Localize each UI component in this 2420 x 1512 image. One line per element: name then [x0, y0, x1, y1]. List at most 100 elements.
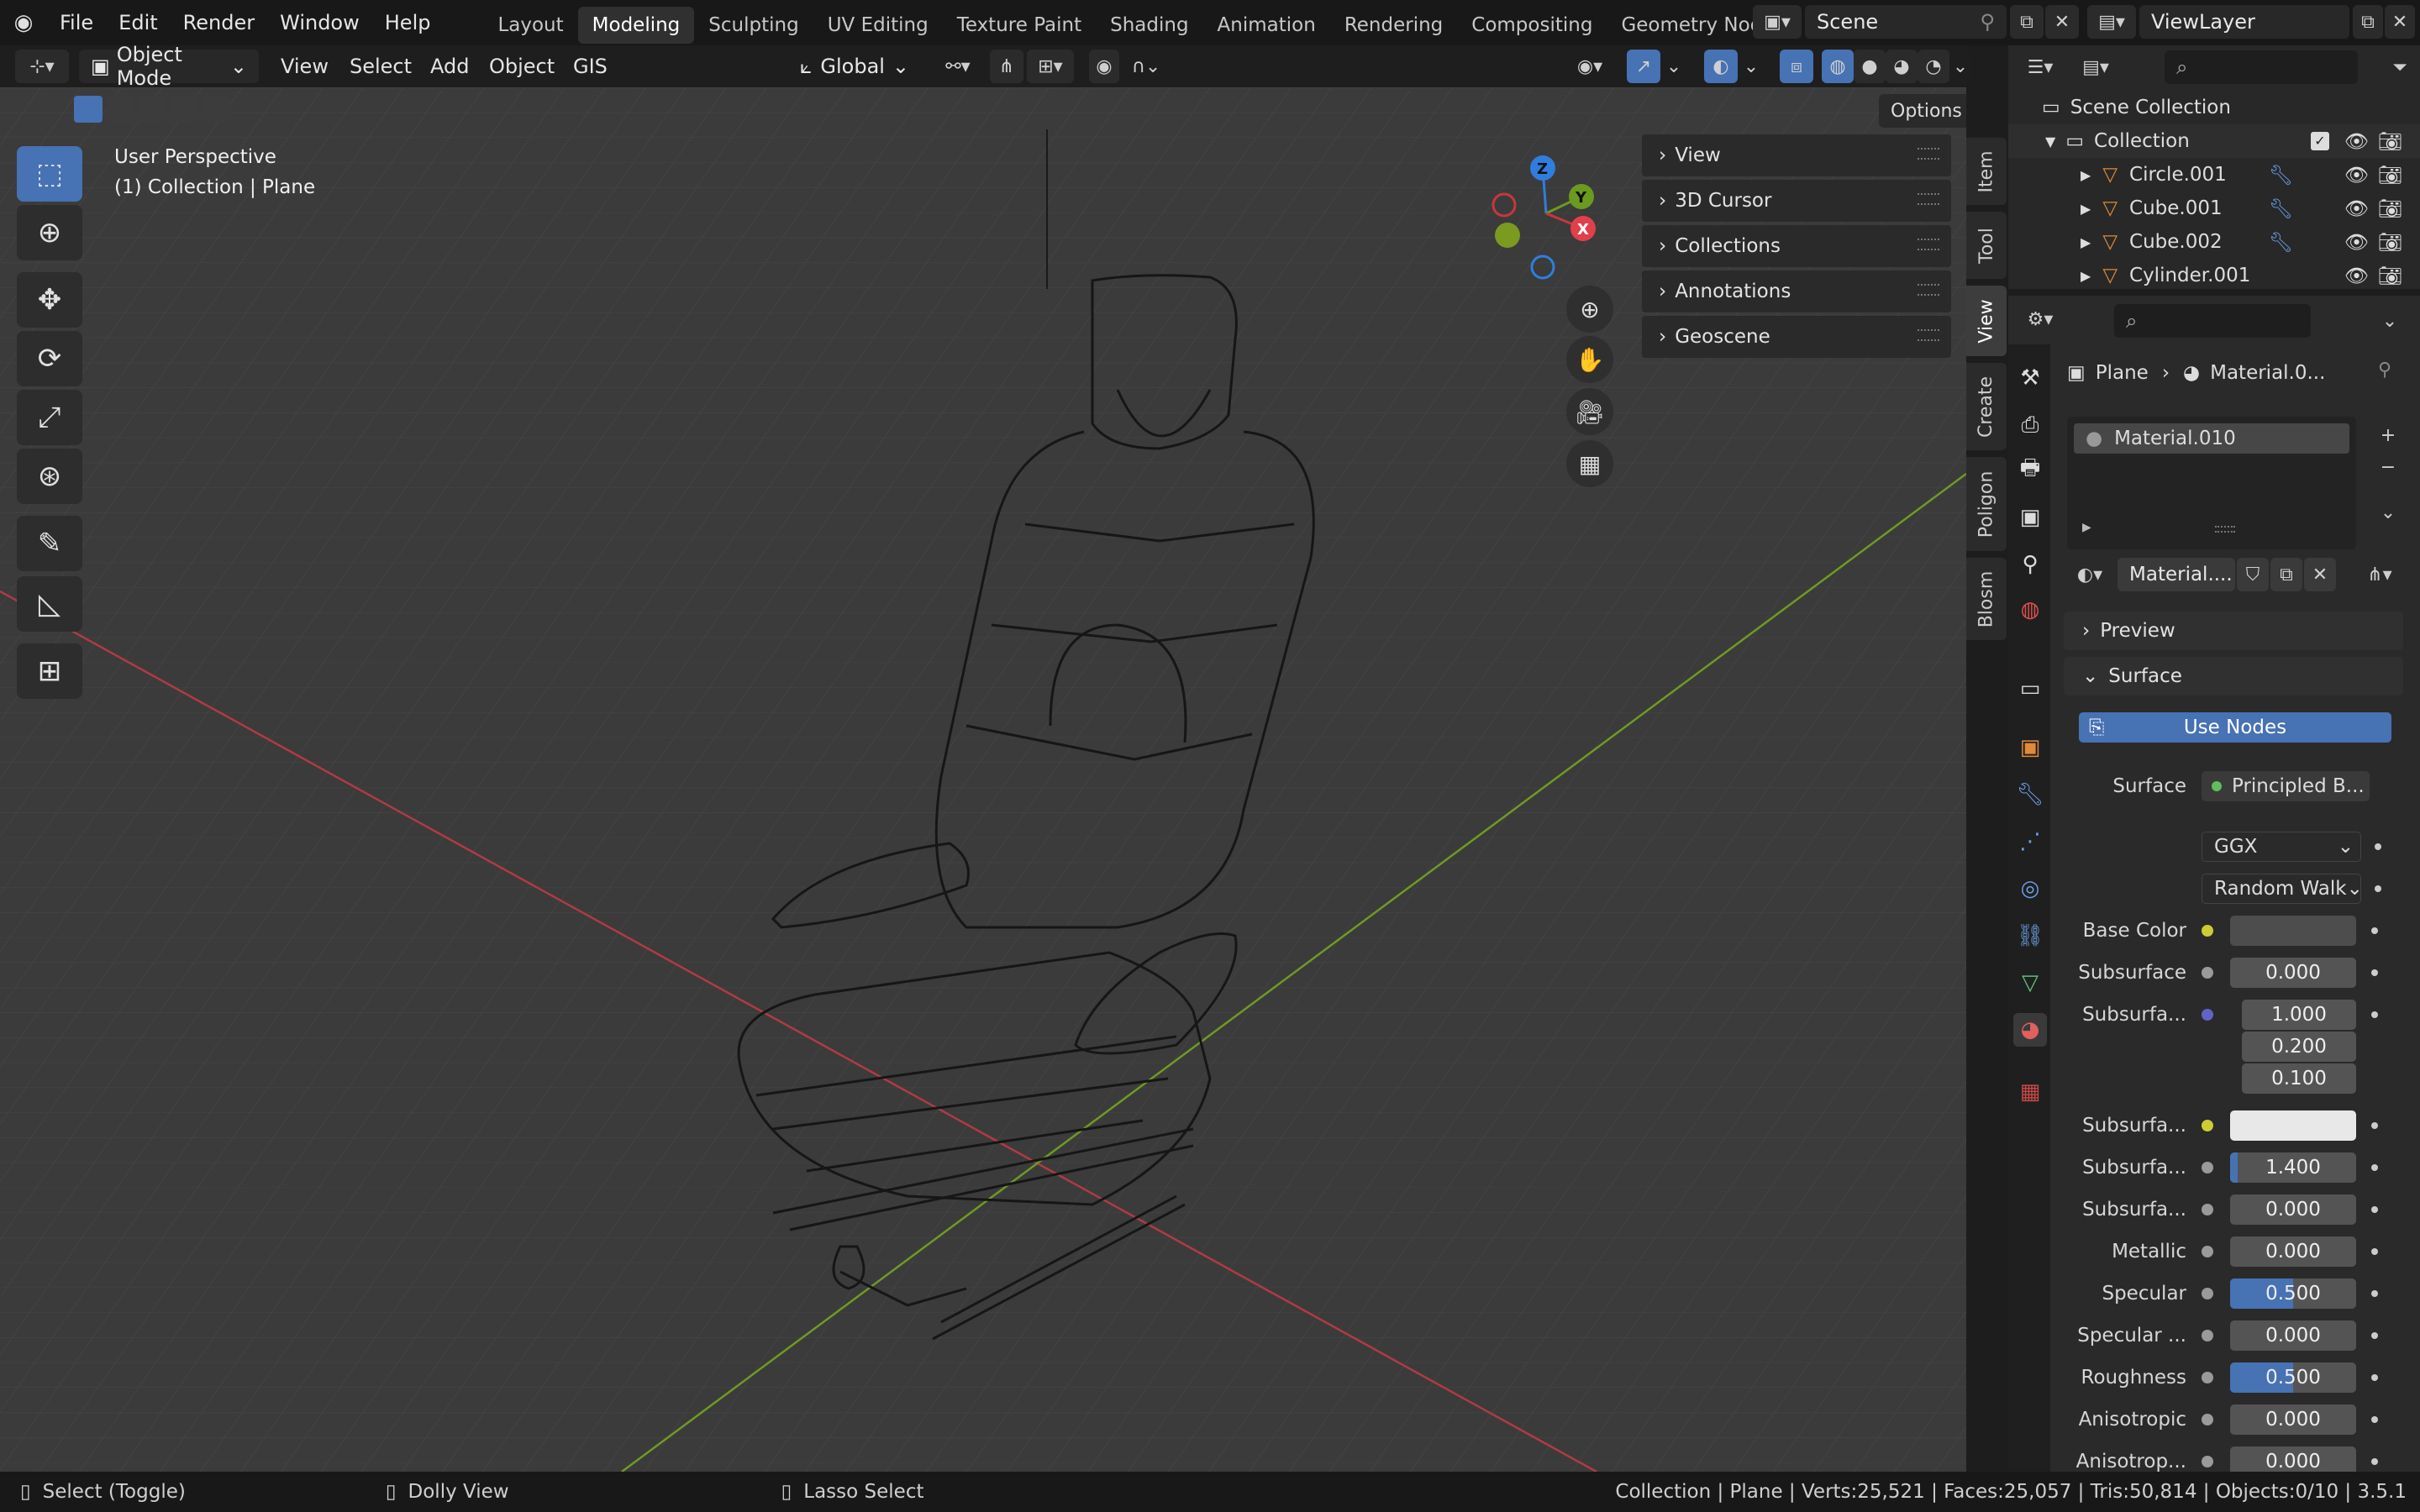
- npanel-section-view[interactable]: › View: [1642, 134, 1951, 176]
- keyframe-dot-icon[interactable]: [2371, 1374, 2378, 1381]
- npanel-tab-blosm[interactable]: Blosm: [1966, 558, 2007, 640]
- npanel-tab-create[interactable]: Create: [1966, 363, 2007, 450]
- material-tab-icon[interactable]: ◕: [2013, 1013, 2047, 1047]
- solid-shading-icon[interactable]: ●: [1854, 50, 1886, 83]
- cursor-tool[interactable]: ⊕: [17, 205, 82, 260]
- keyframe-dot-icon[interactable]: [2371, 969, 2378, 976]
- overlay-toggle-icon[interactable]: ◐: [1704, 50, 1738, 83]
- menu-render[interactable]: Render: [171, 0, 267, 45]
- keyframe-dot-icon[interactable]: [2371, 1458, 2378, 1465]
- wireframe-shading-icon[interactable]: ◍: [1822, 50, 1854, 83]
- tab-compositing[interactable]: Compositing: [1457, 7, 1607, 44]
- socket-dot-icon[interactable]: [2202, 1162, 2213, 1173]
- filter-icon[interactable]: ⏷: [2385, 50, 2415, 84]
- tool-settings-tab-icon[interactable]: ⚒: [2013, 361, 2047, 395]
- node-link-icon[interactable]: ⋔▾: [2353, 558, 2407, 591]
- slot-specials-icon[interactable]: ⌄: [2373, 496, 2403, 529]
- blender-logo-icon[interactable]: ◉: [0, 10, 47, 35]
- pin-icon[interactable]: ⚲: [1980, 10, 1995, 34]
- param-value-field[interactable]: 0.000: [2230, 1194, 2356, 1225]
- outliner-row-scene-collection[interactable]: ▭ Scene Collection: [2008, 91, 2420, 124]
- menu-window[interactable]: Window: [267, 0, 372, 45]
- header-menu-object[interactable]: Object: [489, 45, 555, 87]
- properties-search-input[interactable]: ⌕: [2114, 304, 2311, 338]
- select-extend-icon[interactable]: [106, 96, 134, 123]
- socket-dot-icon[interactable]: [2202, 1204, 2213, 1215]
- physics-tab-icon[interactable]: ◎: [2013, 872, 2047, 906]
- ortho-toggle-icon[interactable]: ▦: [1566, 440, 1613, 487]
- socket-dot-icon[interactable]: [2202, 1120, 2213, 1131]
- header-menu-add[interactable]: Add: [430, 45, 469, 87]
- delete-scene-icon[interactable]: ✕: [2045, 5, 2079, 39]
- header-menu-select[interactable]: Select: [350, 45, 412, 87]
- drag-grip-icon[interactable]: [1918, 329, 1939, 341]
- camera-icon[interactable]: 📷︎: [2378, 265, 2402, 287]
- socket-dot-icon[interactable]: [2202, 1073, 2213, 1084]
- param-value-field[interactable]: 0.000: [2230, 1320, 2356, 1351]
- navigation-gizmo[interactable]: Z Y X: [1487, 150, 1605, 284]
- expand-down-icon[interactable]: ▼: [2045, 134, 2055, 150]
- falloff-icon[interactable]: ∩⌄: [1123, 50, 1170, 83]
- transform-orientation-dropdown[interactable]: ⟀ Global ⌄: [788, 50, 921, 83]
- npanel-tab-poligon[interactable]: Poligon: [1966, 457, 2007, 551]
- properties-options-icon[interactable]: ⌄: [2373, 304, 2407, 338]
- socket-dot-icon[interactable]: [2202, 1288, 2213, 1299]
- new-scene-icon[interactable]: ⧉: [2010, 5, 2044, 39]
- param-value-field[interactable]: 1.000: [2242, 1000, 2356, 1030]
- outliner-row-collection[interactable]: ▼ ▭ Collection ✓ 👁︎ 📷︎: [2008, 124, 2420, 158]
- zoom-icon[interactable]: ⊕: [1566, 286, 1613, 333]
- keyframe-dot-icon[interactable]: [2371, 1206, 2378, 1213]
- drag-grip-icon[interactable]: [1918, 148, 1939, 160]
- list-resize-grip-icon[interactable]: [2215, 526, 2235, 533]
- socket-dot-icon[interactable]: [2202, 925, 2213, 937]
- header-menu-view[interactable]: View: [281, 45, 329, 87]
- socket-dot-icon[interactable]: [2202, 1372, 2213, 1383]
- param-value-field[interactable]: 0.500: [2230, 1362, 2356, 1393]
- select-box-tool[interactable]: ⬚: [17, 146, 82, 202]
- select-new-icon[interactable]: [74, 96, 103, 123]
- keyframe-dot-icon[interactable]: [2375, 885, 2381, 892]
- viewlayer-name-field[interactable]: ViewLayer: [2139, 5, 2349, 39]
- expand-right-icon[interactable]: ▶: [2082, 521, 2091, 534]
- options-dropdown[interactable]: Options⌄: [1879, 94, 1966, 128]
- add-cube-tool[interactable]: ⊞: [17, 643, 82, 699]
- keyframe-dot-icon[interactable]: [2371, 1248, 2378, 1255]
- tab-uv-editing[interactable]: UV Editing: [813, 7, 943, 44]
- param-value-field[interactable]: 0.000: [2230, 1404, 2356, 1435]
- overlay-dropdown-icon[interactable]: ⌄: [1739, 50, 1763, 83]
- outliner-row-object[interactable]: ▶ ▽ Cylinder.001 👁︎ 📷︎: [2008, 259, 2420, 292]
- scale-tool[interactable]: ⤢: [17, 390, 82, 445]
- tab-shading[interactable]: Shading: [1096, 7, 1202, 44]
- camera-icon[interactable]: 📷︎: [2378, 197, 2402, 220]
- eye-icon[interactable]: 👁︎: [2344, 265, 2369, 287]
- scene-name-field[interactable]: Scene ⚲: [1805, 5, 2007, 39]
- socket-dot-icon[interactable]: [2202, 1246, 2213, 1257]
- material-shading-icon[interactable]: ◕: [1886, 50, 1918, 83]
- xray-toggle-icon[interactable]: ⧈: [1780, 50, 1813, 83]
- camera-view-icon[interactable]: 🎥︎: [1566, 388, 1613, 435]
- surface-section-header[interactable]: ⌄ Surface: [2064, 657, 2403, 696]
- color-swatch[interactable]: [2230, 916, 2356, 946]
- tab-modeling[interactable]: Modeling: [577, 7, 695, 44]
- material-slot-list[interactable]: ● Material.010 ▶: [2067, 417, 2356, 549]
- fake-user-icon[interactable]: ⛉: [2237, 558, 2269, 591]
- display-mode-icon[interactable]: ▤▾: [2070, 50, 2121, 84]
- view-layer-tab-icon[interactable]: ▣: [2013, 501, 2047, 534]
- remove-slot-icon[interactable]: −: [2373, 450, 2403, 484]
- collection-tab-icon[interactable]: ▭: [2013, 672, 2047, 706]
- move-tool[interactable]: ✥: [17, 272, 82, 328]
- keyframe-dot-icon[interactable]: [2375, 843, 2381, 850]
- eye-icon[interactable]: 👁︎: [2344, 130, 2369, 153]
- texture-tab-icon[interactable]: ▦: [2013, 1075, 2047, 1109]
- socket-dot-icon[interactable]: [2202, 1009, 2213, 1021]
- use-nodes-button[interactable]: ⎘ Use Nodes: [2079, 712, 2391, 743]
- eye-icon[interactable]: 👁︎: [2344, 164, 2369, 186]
- socket-dot-icon[interactable]: [2202, 1330, 2213, 1341]
- gizmo-toggle-icon[interactable]: ↗: [1627, 50, 1660, 83]
- duplicate-material-icon[interactable]: ⧉: [2270, 558, 2302, 591]
- scene-selector-icon[interactable]: ▣▾: [1753, 5, 1802, 39]
- keyframe-dot-icon[interactable]: [2371, 1164, 2378, 1171]
- output-tab-icon[interactable]: 🖶︎: [2013, 454, 2047, 487]
- unlink-material-icon[interactable]: ✕: [2304, 558, 2336, 591]
- delete-viewlayer-icon[interactable]: ✕: [2385, 5, 2415, 39]
